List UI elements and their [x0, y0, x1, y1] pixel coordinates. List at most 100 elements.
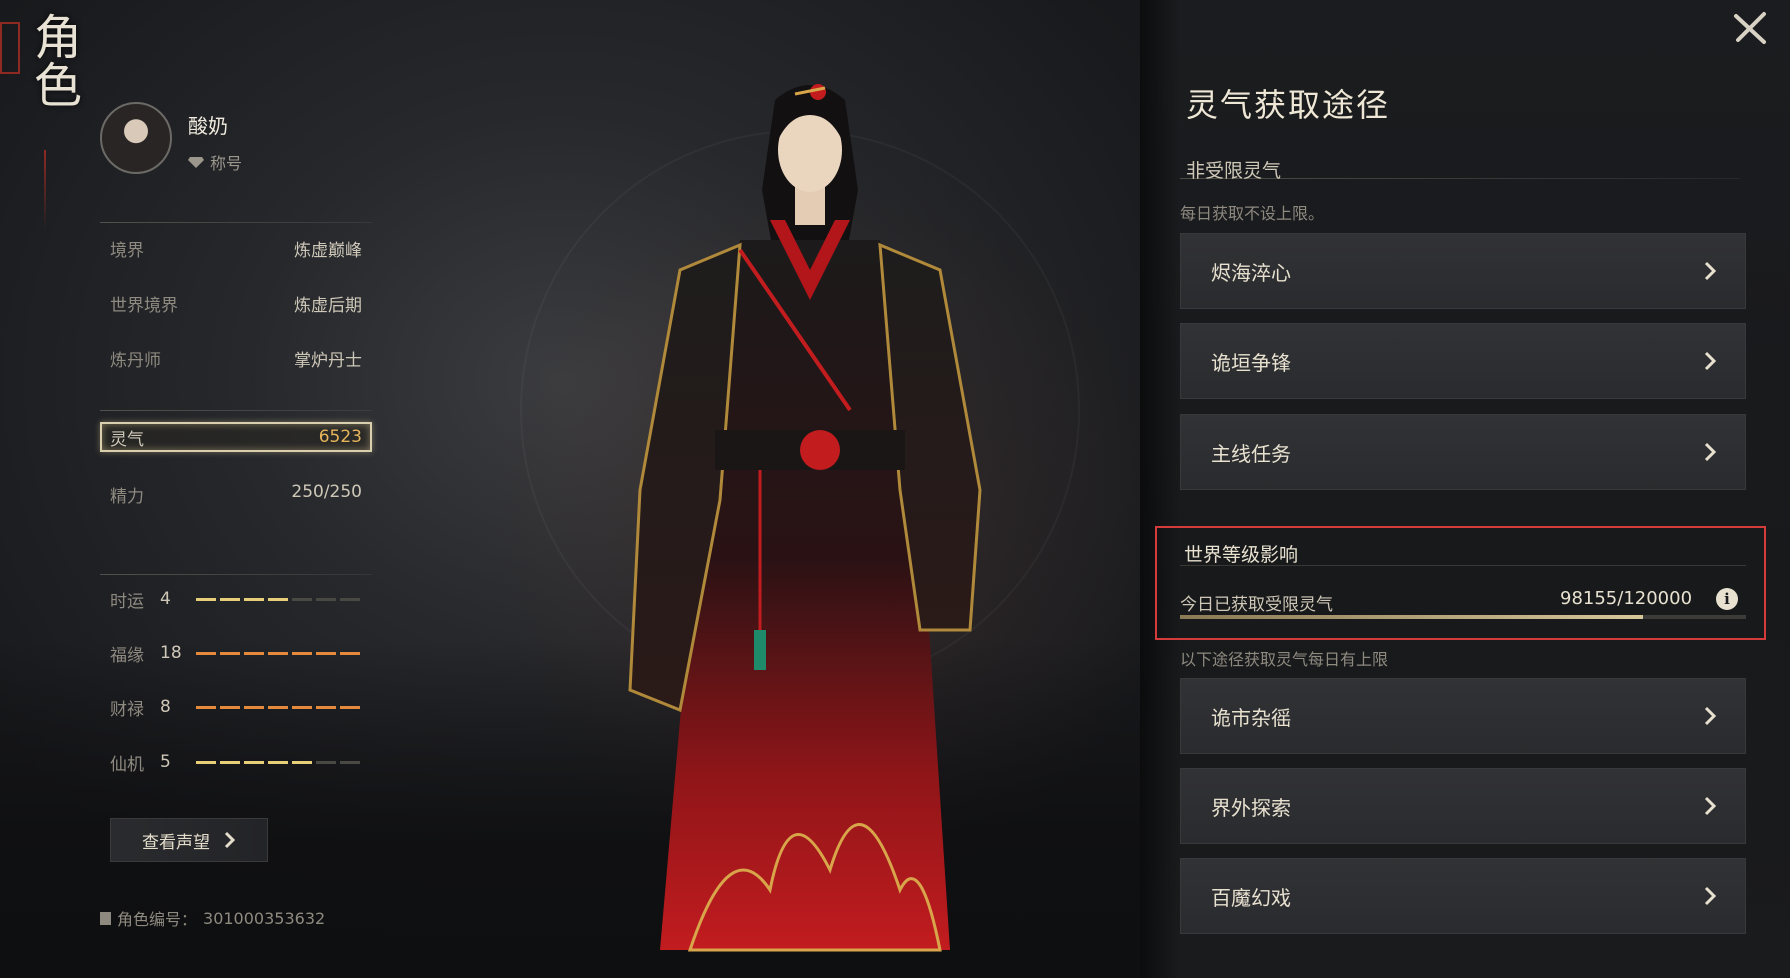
gem-icon	[188, 157, 204, 168]
route-button-main-quest[interactable]: 主线任务	[1180, 414, 1746, 490]
luck-bar-segment	[292, 760, 312, 764]
energy-value: 250/250	[291, 482, 362, 502]
chevron-right-icon	[1704, 706, 1717, 726]
stat-value: 炼虚后期	[294, 296, 362, 316]
route-label: 烬海淬心	[1211, 260, 1291, 285]
character-figure	[628, 84, 982, 952]
world-lingqi-progress-track	[1180, 615, 1746, 619]
luck-bar-segment	[244, 705, 264, 709]
luck-key: 时运	[110, 591, 144, 612]
section-divider	[1180, 178, 1740, 179]
character-id: 角色编号： 301000353632	[100, 906, 325, 930]
route-label: 百魔幻戏	[1211, 885, 1291, 910]
unlimited-note: 每日获取不设上限。	[1180, 204, 1325, 223]
world-lingqi-label: 今日已获取受限灵气	[1180, 595, 1333, 615]
section-divider	[1180, 565, 1746, 566]
luck-bar-segment	[244, 651, 264, 655]
page-side-title: 角色	[25, 12, 81, 108]
lingqi-key: 灵气	[110, 429, 144, 450]
panel-title: 灵气获取途径	[1186, 86, 1391, 124]
character-id-value: 301000353632	[203, 908, 326, 928]
player-name: 酸奶	[188, 114, 228, 138]
luck-bar-segment	[316, 705, 336, 709]
world-level-title: 世界等级影响	[1184, 544, 1299, 566]
luck-key: 福缘	[110, 645, 144, 666]
luck-bar-segment	[316, 597, 336, 601]
route-button-jinhai[interactable]: 烬海淬心	[1180, 233, 1746, 309]
stat-value: 炼虚巅峰	[294, 241, 362, 261]
luck-bar-segment	[268, 651, 288, 655]
luck-bar-segment	[340, 760, 360, 764]
luck-value: 18	[160, 643, 182, 663]
view-reputation-label: 查看声望	[142, 832, 210, 853]
stat-key: 炼丹师	[110, 351, 161, 371]
stat-row-alchemist: 炼丹师 掌炉丹士	[110, 346, 362, 371]
chevron-right-icon	[1704, 796, 1717, 816]
luck-bar-segment	[292, 651, 312, 655]
luck-bar-segment	[292, 705, 312, 709]
luck-bar-segment	[268, 760, 288, 764]
luck-bar-segment	[340, 651, 360, 655]
luck-bar-segment	[196, 597, 216, 601]
luck-bar-segment	[196, 651, 216, 655]
energy-key: 精力	[110, 487, 144, 507]
luck-bar-segment	[220, 597, 240, 601]
side-title-ornament	[44, 150, 46, 230]
luck-row: 福缘 18	[110, 641, 362, 666]
luck-bar-segment	[244, 760, 264, 764]
seal-stamp	[0, 22, 20, 74]
chevron-right-icon	[1704, 886, 1717, 906]
luck-row: 时运 4	[110, 587, 362, 612]
avatar[interactable]	[100, 102, 172, 174]
luck-bar-segment	[196, 760, 216, 764]
lingqi-value: 6523	[318, 427, 362, 447]
chevron-right-icon	[224, 831, 236, 849]
luck-bar-segment	[220, 760, 240, 764]
luck-row: 仙机 5	[110, 750, 362, 775]
divider	[100, 222, 372, 223]
luck-bar-segment	[196, 705, 216, 709]
luck-key: 财禄	[110, 699, 144, 720]
divider	[100, 574, 372, 575]
route-button-guiyuan[interactable]: 诡垣争锋	[1180, 323, 1746, 399]
luck-bar-segment	[268, 705, 288, 709]
route-button-guishi[interactable]: 诡市杂徭	[1180, 678, 1746, 754]
chevron-right-icon	[1704, 261, 1717, 281]
luck-key: 仙机	[110, 754, 144, 775]
lingqi-stat-highlight[interactable]: 灵气 6523	[100, 422, 372, 452]
stat-key: 世界境界	[110, 296, 178, 316]
info-icon[interactable]: i	[1716, 588, 1738, 610]
stat-key: 境界	[110, 241, 144, 261]
luck-bar-segment	[340, 705, 360, 709]
stat-row-realm: 境界 炼虚巅峰	[110, 236, 362, 261]
route-label: 诡垣争锋	[1211, 350, 1291, 375]
id-card-icon	[100, 911, 111, 925]
character-id-label: 角色编号：	[117, 910, 198, 929]
stat-row-world-realm: 世界境界 炼虚后期	[110, 291, 362, 316]
luck-value: 8	[160, 697, 171, 717]
luck-bar-segment	[316, 651, 336, 655]
view-reputation-button[interactable]: 查看声望	[110, 818, 268, 862]
player-title-row[interactable]: 称号	[188, 150, 242, 174]
chevron-right-icon	[1704, 351, 1717, 371]
stat-value: 掌炉丹士	[294, 351, 362, 371]
limited-note: 以下途径获取灵气每日有上限	[1180, 650, 1389, 669]
luck-bar-segment	[220, 651, 240, 655]
player-title-label: 称号	[210, 154, 243, 173]
luck-bar-segment	[292, 597, 312, 601]
route-label: 主线任务	[1211, 441, 1291, 466]
route-button-baimo[interactable]: 百魔幻戏	[1180, 858, 1746, 934]
luck-bar	[196, 760, 360, 764]
luck-bar	[196, 705, 360, 709]
world-lingqi-progress-fill	[1180, 615, 1643, 619]
route-button-exploration[interactable]: 界外探索	[1180, 768, 1746, 844]
route-label: 界外探索	[1211, 795, 1291, 820]
luck-value: 5	[160, 752, 171, 772]
luck-bar-segment	[340, 597, 360, 601]
close-icon[interactable]	[1728, 6, 1772, 50]
route-label: 诡市杂徭	[1211, 705, 1291, 730]
world-lingqi-value: 98155/120000	[1560, 588, 1693, 609]
luck-row: 财禄 8	[110, 695, 362, 720]
chevron-right-icon	[1704, 442, 1717, 462]
luck-bar-segment	[316, 760, 336, 764]
